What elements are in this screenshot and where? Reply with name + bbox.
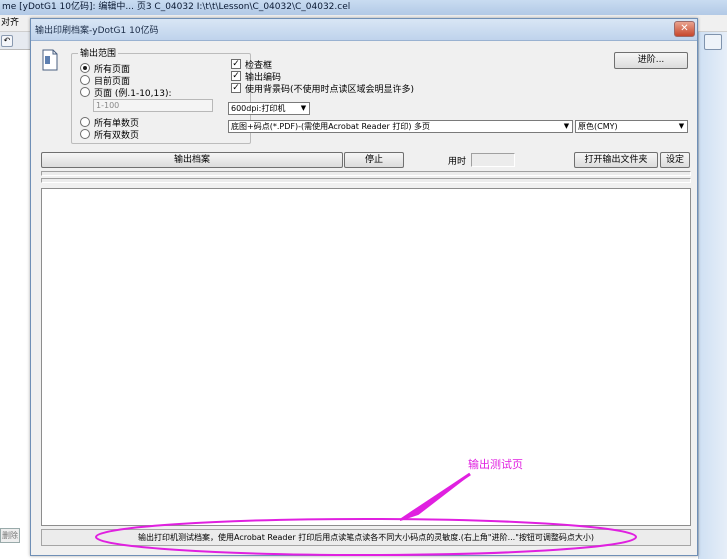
advanced-button[interactable]: 进阶... (614, 52, 688, 69)
undo-icon[interactable]: ↶ (1, 35, 13, 47)
radio-label-page-range: 页面 (例.1-10,13): (94, 89, 172, 99)
output-mode-select-value: 底图+码点(*.PDF)-(需使用Acrobat Reader 打印) 多页 (231, 122, 430, 131)
stop-button[interactable]: 停止 (344, 152, 404, 168)
elapsed-time-label: 用时 (448, 157, 467, 167)
close-button[interactable]: ✕ (674, 21, 695, 37)
radio-odd-pages[interactable] (80, 117, 90, 127)
background-window-title: me [yDotG1 10亿码]: 编辑中... 页3 C_04032 I:\t… (0, 0, 727, 15)
open-output-folder-button[interactable]: 打开输出文件夹 (574, 152, 658, 168)
output-log-area[interactable] (41, 188, 691, 526)
progress-bar-2 (41, 178, 691, 183)
status-message-button[interactable]: 输出打印机测试档案，使用Acrobat Reader 打印后用点读笔点读各不同大… (41, 529, 691, 546)
radio-label-even-pages: 所有双数页 (94, 131, 140, 141)
page-range-input[interactable]: 1-100 (93, 99, 213, 112)
color-select[interactable]: 原色(CMY) ▼ (575, 120, 688, 133)
dialog-title: 输出印刷档案-yDotG1 10亿码 (35, 26, 159, 36)
background-panel-button[interactable] (704, 34, 722, 50)
annotation-label: 输出测试页 (468, 458, 523, 471)
chevron-down-icon: ▼ (300, 104, 307, 112)
radio-all-pages[interactable] (80, 63, 90, 73)
chevron-down-icon: ▼ (563, 122, 570, 130)
export-print-dialog: 输出印刷档案-yDotG1 10亿码 ✕ 输出范围 所有页面 目前页面 页面 (… (30, 18, 698, 556)
dpi-select[interactable]: 600dpi:打印机 ▼ (228, 102, 310, 115)
checkbox-output-code[interactable]: ✓ (231, 71, 241, 81)
dpi-select-value: 600dpi:打印机 (231, 104, 286, 113)
output-range-legend: 输出范围 (78, 46, 119, 59)
color-select-value: 原色(CMY) (578, 122, 618, 131)
background-delete-button[interactable]: 删除 (0, 528, 20, 543)
checkbox-background-code[interactable]: ✓ (231, 83, 241, 93)
checkbox-check-frame[interactable]: ✓ (231, 59, 241, 69)
radio-even-pages[interactable] (80, 129, 90, 139)
background-side-panel (698, 32, 727, 559)
document-icon (42, 49, 58, 71)
elapsed-time-field (471, 153, 515, 167)
progress-bar-1 (41, 171, 691, 176)
dialog-title-bar[interactable]: 输出印刷档案-yDotG1 10亿码 ✕ (31, 19, 697, 41)
menu-item-align[interactable]: 对齐 (1, 18, 19, 28)
chevron-down-icon: ▼ (678, 122, 685, 130)
output-mode-select[interactable]: 底图+码点(*.PDF)-(需使用Acrobat Reader 打印) 多页 ▼ (228, 120, 573, 133)
radio-current-page[interactable] (80, 75, 90, 85)
output-file-button[interactable]: 输出档案 (41, 152, 343, 168)
checkbox-label-background-code: 使用背景码(不使用时点读区域会明显许多) (245, 85, 415, 95)
settings-button[interactable]: 设定 (660, 152, 690, 168)
radio-page-range[interactable] (80, 87, 90, 97)
